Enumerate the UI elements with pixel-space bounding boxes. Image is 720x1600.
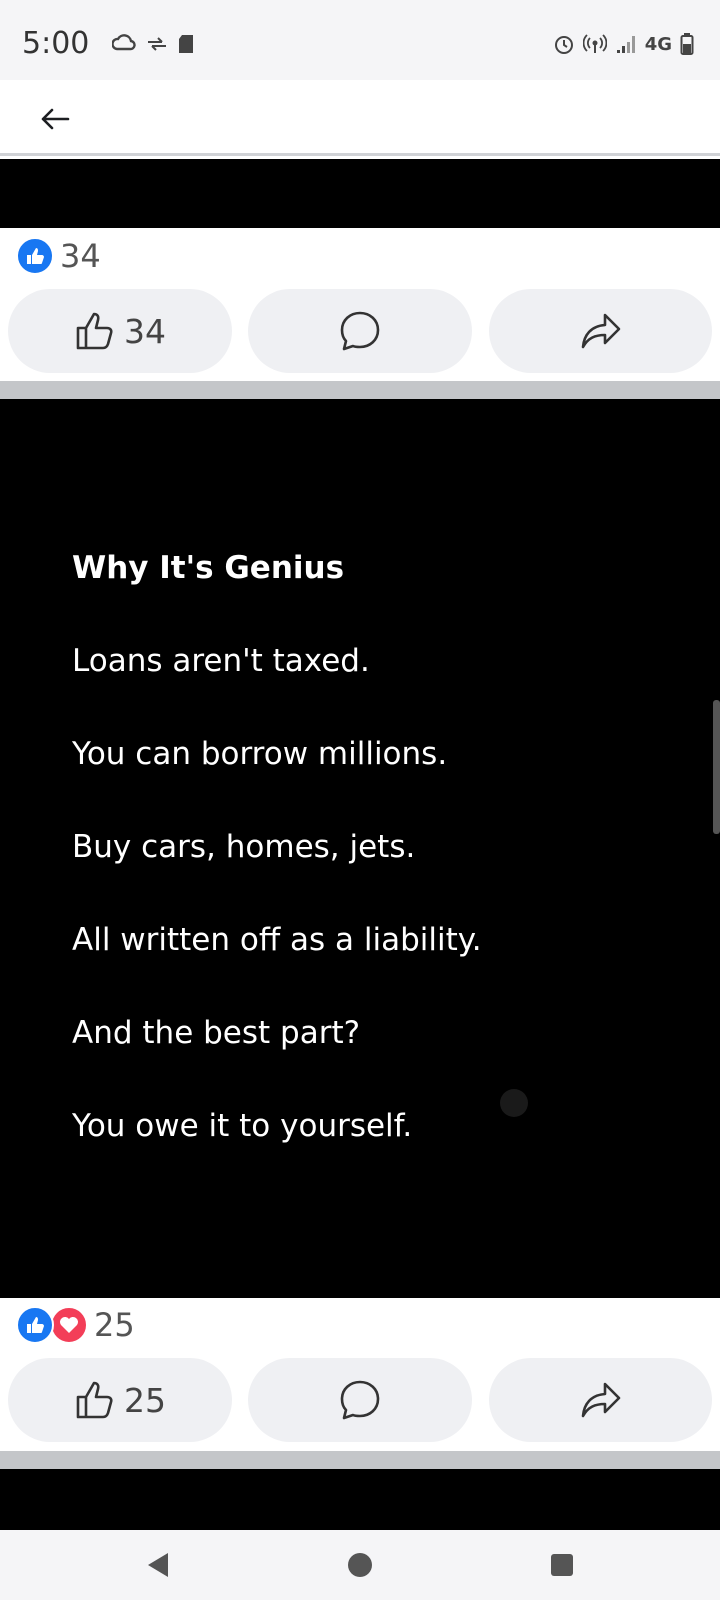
back-button[interactable] (30, 94, 80, 144)
thumbs-up-icon (76, 312, 113, 350)
share-button[interactable] (489, 1358, 712, 1442)
system-nav-bar (0, 1530, 720, 1600)
post-media[interactable] (0, 1469, 720, 1530)
thumbs-up-icon (76, 1381, 113, 1419)
cloud-sync-icon (112, 34, 136, 51)
comment-icon (340, 1380, 380, 1420)
nav-back-button[interactable] (133, 1540, 183, 1590)
signal-icon (616, 36, 635, 53)
arrow-left-icon (41, 108, 70, 130)
status-time: 5:00 (22, 26, 90, 61)
status-left-icons (112, 30, 194, 58)
share-button[interactable] (489, 289, 712, 373)
post-action-row: 34 (8, 289, 712, 373)
like-count: 34 (124, 311, 166, 351)
like-button[interactable]: 25 (8, 1358, 232, 1442)
post-action-row: 25 (8, 1358, 712, 1442)
reaction-summary[interactable]: 25 (16, 1305, 135, 1345)
status-right-icons: 4G (553, 30, 694, 58)
quote-card[interactable]: Why It's Genius Loans aren't taxed. You … (0, 399, 720, 1298)
quote-line: You owe it to yourself. (72, 1108, 413, 1144)
data-transfer-icon (148, 37, 166, 51)
reaction-count: 34 (60, 237, 101, 275)
overlay-dot (500, 1089, 528, 1117)
back-triangle-icon (148, 1553, 168, 1577)
reaction-count: 25 (94, 1306, 135, 1344)
nav-recents-button[interactable] (537, 1540, 587, 1590)
post-media[interactable] (0, 159, 720, 228)
hotspot-icon (582, 34, 607, 53)
like-button[interactable]: 34 (8, 289, 232, 373)
quote-title: Why It's Genius (72, 550, 345, 586)
quote-line: Loans aren't taxed. (72, 643, 370, 679)
like-count: 25 (124, 1380, 166, 1420)
comment-button[interactable] (248, 1358, 472, 1442)
alarm-icon (554, 36, 573, 54)
nav-home-button[interactable] (335, 1540, 385, 1590)
quote-line: You can borrow millions. (72, 736, 448, 772)
quote-line: Buy cars, homes, jets. (72, 829, 416, 865)
quote-line: And the best part? (72, 1015, 361, 1051)
top-app-bar (0, 80, 720, 156)
recents-square-icon (551, 1554, 573, 1576)
post-separator (0, 1451, 720, 1469)
post-separator (0, 381, 720, 399)
love-reaction-icon (50, 1306, 88, 1344)
quote-line: All written off as a liability. (72, 922, 482, 958)
comment-icon (340, 311, 380, 351)
reaction-summary[interactable]: 34 (16, 236, 101, 276)
comment-button[interactable] (248, 289, 472, 373)
scrollbar-thumb[interactable] (713, 700, 720, 834)
battery-icon (680, 33, 694, 55)
network-type-label: 4G (644, 33, 672, 55)
share-icon (581, 1382, 620, 1418)
like-reaction-icon (16, 1306, 54, 1344)
like-reaction-icon (16, 237, 54, 275)
share-icon (581, 313, 620, 349)
status-bar: 5:00 4G (0, 0, 720, 80)
home-circle-icon (348, 1553, 372, 1577)
sd-card-icon (179, 35, 193, 53)
